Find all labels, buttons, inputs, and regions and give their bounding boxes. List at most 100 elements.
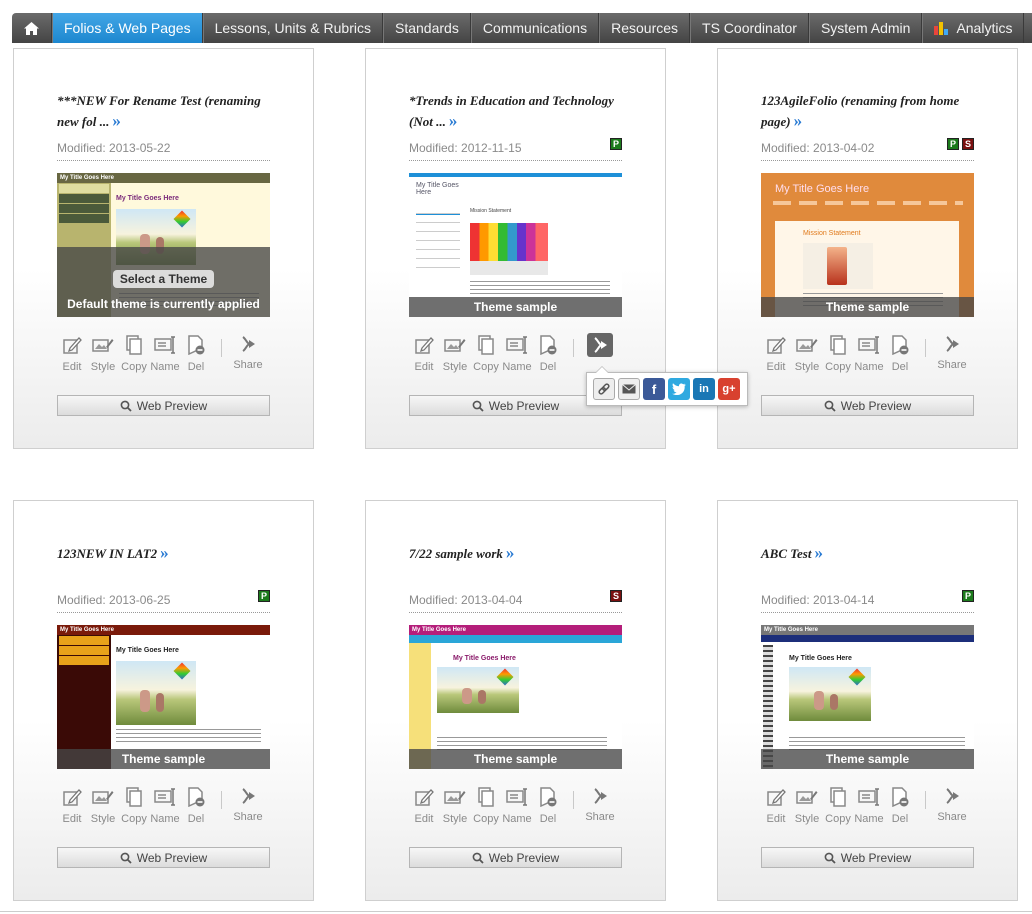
- style-button[interactable]: Style: [440, 335, 470, 373]
- copy-button[interactable]: Copy: [119, 335, 149, 373]
- web-preview-button[interactable]: Web Preview: [57, 395, 270, 416]
- status-badge-published: P: [610, 138, 622, 150]
- theme-thumbnail[interactable]: My Title Goes Here Mission Statement Theme…: [761, 173, 974, 317]
- edit-button[interactable]: Edit: [761, 787, 791, 825]
- delete-button[interactable]: Del: [181, 335, 211, 373]
- name-icon: [854, 787, 884, 807]
- nav-lessons-units-rubrics[interactable]: Lessons, Units & Rubrics: [202, 13, 383, 43]
- more-arrow-icon[interactable]: »: [160, 543, 169, 562]
- modified-date: Modified: 2013-06-25: [57, 593, 171, 607]
- delete-button[interactable]: Del: [885, 787, 915, 825]
- nav-resources[interactable]: Resources: [599, 13, 691, 43]
- theme-thumbnail[interactable]: My Title Goes Here Mission Statement Theme…: [409, 173, 622, 317]
- name-button[interactable]: Name: [502, 335, 532, 373]
- theme-thumbnail[interactable]: My Title Goes Here My Title Goes Here Them…: [409, 625, 622, 769]
- web-preview-button[interactable]: Web Preview: [57, 847, 270, 868]
- style-button[interactable]: Style: [792, 787, 822, 825]
- web-preview-label: Web Preview: [136, 398, 208, 413]
- link-icon[interactable]: [593, 378, 615, 400]
- nav-ts-coordinator[interactable]: TS Coordinator: [690, 13, 809, 43]
- copy-label: Copy: [121, 361, 147, 373]
- share-button[interactable]: Share: [937, 787, 967, 823]
- name-button[interactable]: Name: [854, 335, 884, 373]
- card-title: *Trends in Education and Technology (Not…: [409, 91, 621, 132]
- copy-button[interactable]: Copy: [471, 787, 501, 825]
- more-arrow-icon[interactable]: »: [506, 543, 515, 562]
- edit-button[interactable]: Edit: [57, 787, 87, 825]
- nav-communications[interactable]: Communications: [470, 13, 600, 43]
- overlay-text: Theme sample: [473, 300, 558, 314]
- more-arrow-icon[interactable]: »: [794, 111, 803, 130]
- card-title-text[interactable]: ABC Test: [761, 546, 811, 561]
- nav-analytics[interactable]: Analytics: [922, 13, 1025, 43]
- copy-label: Copy: [825, 361, 851, 373]
- more-arrow-icon[interactable]: »: [449, 111, 458, 130]
- name-button[interactable]: Name: [502, 787, 532, 825]
- select-theme-button[interactable]: Select a Theme: [112, 270, 215, 288]
- style-label: Style: [90, 813, 116, 825]
- linkedin-icon[interactable]: in: [693, 378, 715, 400]
- theme-thumbnail[interactable]: My Title Goes Here My Title Goes Here Them…: [761, 625, 974, 769]
- status-badge-published: P: [962, 590, 974, 602]
- share-button[interactable]: Share: [937, 335, 967, 371]
- card-title-text[interactable]: 7/22 sample work: [409, 546, 503, 561]
- thumb-overlay: Theme sample: [761, 297, 974, 317]
- card-title-text[interactable]: 123AgileFolio (renaming from home page): [761, 93, 959, 129]
- card-title-text[interactable]: 123NEW IN LAT2: [57, 546, 157, 561]
- facebook-icon[interactable]: f: [643, 378, 665, 400]
- nav-standards[interactable]: Standards: [383, 13, 471, 43]
- nav-folios-web-pages[interactable]: Folios & Web Pages: [52, 13, 203, 43]
- style-label: Style: [90, 361, 116, 373]
- edit-button[interactable]: Edit: [409, 787, 439, 825]
- delete-button[interactable]: Del: [181, 787, 211, 825]
- name-label: Name: [502, 361, 532, 373]
- share-button[interactable]: Share: [585, 787, 615, 823]
- delete-icon: [181, 335, 211, 355]
- web-preview-label: Web Preview: [488, 398, 560, 413]
- share-button[interactable]: Share: [233, 335, 263, 371]
- delete-button[interactable]: Del: [885, 335, 915, 373]
- nav-system-admin[interactable]: System Admin: [808, 13, 923, 43]
- thumb-overlay: Theme sample: [761, 749, 974, 769]
- name-button[interactable]: Name: [854, 787, 884, 825]
- googleplus-icon[interactable]: g+: [718, 378, 740, 400]
- style-button[interactable]: Style: [88, 335, 118, 373]
- name-button[interactable]: Name: [150, 335, 180, 373]
- copy-button[interactable]: Copy: [823, 335, 853, 373]
- card-title-text[interactable]: ***NEW For Rename Test (renaming new fol…: [57, 93, 261, 129]
- copy-icon: [471, 335, 501, 355]
- style-button[interactable]: Style: [88, 787, 118, 825]
- copy-button[interactable]: Copy: [119, 787, 149, 825]
- style-button[interactable]: Style: [792, 335, 822, 373]
- email-icon[interactable]: [618, 378, 640, 400]
- name-icon: [150, 787, 180, 807]
- status-badge-shared: S: [962, 138, 974, 150]
- copy-icon: [471, 787, 501, 807]
- copy-button[interactable]: Copy: [471, 335, 501, 373]
- web-preview-button[interactable]: Web Preview: [761, 395, 974, 416]
- edit-button[interactable]: Edit: [761, 335, 791, 373]
- thumb-overlay: Theme sample: [57, 749, 270, 769]
- edit-button[interactable]: Edit: [409, 335, 439, 373]
- card-title-text[interactable]: *Trends in Education and Technology (Not…: [409, 93, 614, 129]
- card-actions: Edit Style Copy Name Del Share: [761, 787, 974, 829]
- web-preview-button[interactable]: Web Preview: [761, 847, 974, 868]
- modified-date: Modified: 2013-04-02: [761, 141, 875, 155]
- delete-button[interactable]: Del: [533, 787, 563, 825]
- style-label: Style: [442, 361, 468, 373]
- web-preview-button[interactable]: Web Preview: [409, 847, 622, 868]
- more-arrow-icon[interactable]: »: [112, 111, 121, 130]
- share-button[interactable]: Share: [233, 787, 263, 823]
- delete-button[interactable]: Del: [533, 335, 563, 373]
- style-button[interactable]: Style: [440, 787, 470, 825]
- edit-icon: [761, 335, 791, 355]
- edit-button[interactable]: Edit: [57, 335, 87, 373]
- copy-button[interactable]: Copy: [823, 787, 853, 825]
- share-button[interactable]: [585, 333, 615, 357]
- name-button[interactable]: Name: [150, 787, 180, 825]
- nav-home[interactable]: [12, 13, 52, 43]
- twitter-icon[interactable]: [668, 378, 690, 400]
- theme-thumbnail[interactable]: My Title Goes Here My Title Goes Here Sele…: [57, 173, 270, 317]
- theme-thumbnail[interactable]: My Title Goes Here My Title Goes Here Them…: [57, 625, 270, 769]
- more-arrow-icon[interactable]: »: [814, 543, 823, 562]
